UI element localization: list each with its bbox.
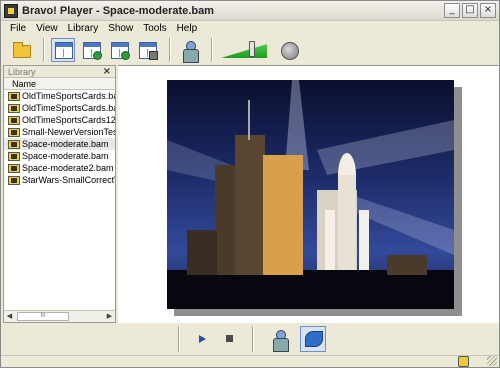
status-bar	[1, 355, 499, 367]
library-item-label: Space-moderate2.bam	[22, 163, 114, 173]
bam-file-icon	[8, 151, 20, 161]
app-logo-icon	[4, 3, 18, 18]
user-button[interactable]	[177, 38, 201, 63]
space-shuttle-photo	[167, 80, 454, 309]
refresh-view-button[interactable]	[107, 38, 131, 62]
library-item-label: OldTimeSportsCards1280x9	[22, 115, 115, 125]
scroll-right-icon[interactable]: ▶	[104, 311, 115, 322]
menu-file[interactable]: File	[5, 23, 31, 34]
scroll-left-icon[interactable]: ◀	[4, 311, 15, 322]
library-item-label: Space-moderate.bam	[22, 139, 109, 149]
bam-file-icon	[8, 103, 20, 113]
library-item[interactable]: Space-moderate.bam	[4, 138, 115, 150]
volume-thumb[interactable]	[249, 41, 255, 57]
library-panel: Library × Name OldTimeSportsCards.bamOld…	[3, 65, 116, 323]
toolbar-separator	[211, 38, 213, 62]
bam-file-icon	[8, 139, 20, 149]
lock-icon[interactable]	[458, 356, 469, 367]
toolbar-separator	[43, 38, 45, 62]
horizontal-scrollbar[interactable]: ◀ III ▶	[4, 310, 115, 322]
library-view-button[interactable]	[51, 38, 75, 62]
library-item-label: OldTimeSportsCards.bam	[22, 91, 115, 101]
slideshow-add-icon	[83, 42, 102, 60]
library-close-button[interactable]: ×	[103, 66, 111, 77]
library-item[interactable]: OldTimeSportsCards1280x9	[4, 114, 115, 126]
user-icon	[183, 41, 199, 63]
settings-view-icon	[139, 42, 158, 60]
mute-button[interactable]	[277, 38, 301, 62]
library-item[interactable]: OldTimeSportsCards.bam	[4, 102, 115, 114]
library-item-label: StarWars-SmallCorrectVersi	[22, 175, 115, 185]
library-list: OldTimeSportsCards.bam OldTimeSportsCards…	[4, 90, 115, 310]
menu-library[interactable]: Library	[63, 23, 104, 34]
open-button[interactable]	[9, 38, 33, 62]
library-item-label: Small-NewerVersionTest.bam	[22, 127, 115, 137]
scroll-thumb[interactable]: III	[17, 312, 69, 321]
library-item[interactable]: Space-moderate.bam	[4, 150, 115, 162]
user-button[interactable]	[266, 326, 292, 352]
library-title: Library	[8, 66, 36, 77]
slideshow-view-button[interactable]	[79, 38, 103, 62]
library-item[interactable]: OldTimeSportsCards.bam	[4, 90, 115, 102]
bam-file-icon	[8, 175, 20, 185]
bam-file-icon	[8, 115, 20, 125]
minimize-button[interactable]: _	[444, 3, 460, 18]
name-column-header[interactable]: Name	[4, 78, 115, 90]
next-arrow-icon	[305, 331, 323, 347]
close-button[interactable]: ×	[480, 3, 496, 18]
toolbar-separator	[169, 38, 171, 62]
library-item[interactable]: Small-NewerVersionTest.bam	[4, 126, 115, 138]
resize-grip[interactable]	[487, 356, 497, 366]
next-button[interactable]	[300, 326, 326, 352]
library-item-label: Space-moderate.bam	[22, 151, 109, 161]
title-bar[interactable]: Bravo! Player - Space-moderate.bam _ □ ×	[1, 1, 499, 21]
menu-show[interactable]: Show	[103, 23, 138, 34]
window-title: Bravo! Player - Space-moderate.bam	[22, 4, 214, 17]
window-controls: _ □ ×	[444, 3, 496, 18]
refresh-view-icon	[111, 42, 130, 60]
playback-bar	[1, 323, 499, 355]
library-item[interactable]: StarWars-SmallCorrectVersi	[4, 174, 115, 186]
menu-bar: File View Library Show Tools Help	[1, 21, 499, 35]
app-window: Bravo! Player - Space-moderate.bam _ □ ×…	[0, 0, 500, 368]
menu-view[interactable]: View	[31, 23, 63, 34]
library-header: Library ×	[4, 66, 115, 78]
menu-help[interactable]: Help	[172, 23, 203, 34]
bam-file-icon	[8, 163, 20, 173]
user-icon	[273, 330, 289, 352]
library-item[interactable]: Space-moderate2.bam	[4, 162, 115, 174]
volume-track	[221, 44, 267, 58]
maximize-button[interactable]: □	[462, 3, 478, 18]
toolbar	[1, 35, 499, 65]
bam-file-icon	[8, 127, 20, 137]
library-item-label: OldTimeSportsCards.bam	[22, 103, 115, 113]
play-icon[interactable]	[194, 331, 210, 347]
speaker-icon	[281, 42, 299, 60]
open-folder-icon	[13, 42, 31, 58]
menu-tools[interactable]: Tools	[138, 23, 171, 34]
settings-view-button[interactable]	[135, 38, 159, 62]
bam-file-icon	[8, 91, 20, 101]
stop-icon[interactable]	[222, 331, 238, 347]
playback-separator	[252, 326, 254, 352]
playback-separator	[178, 326, 180, 352]
library-view-icon	[55, 42, 73, 59]
volume-slider[interactable]	[219, 39, 271, 61]
